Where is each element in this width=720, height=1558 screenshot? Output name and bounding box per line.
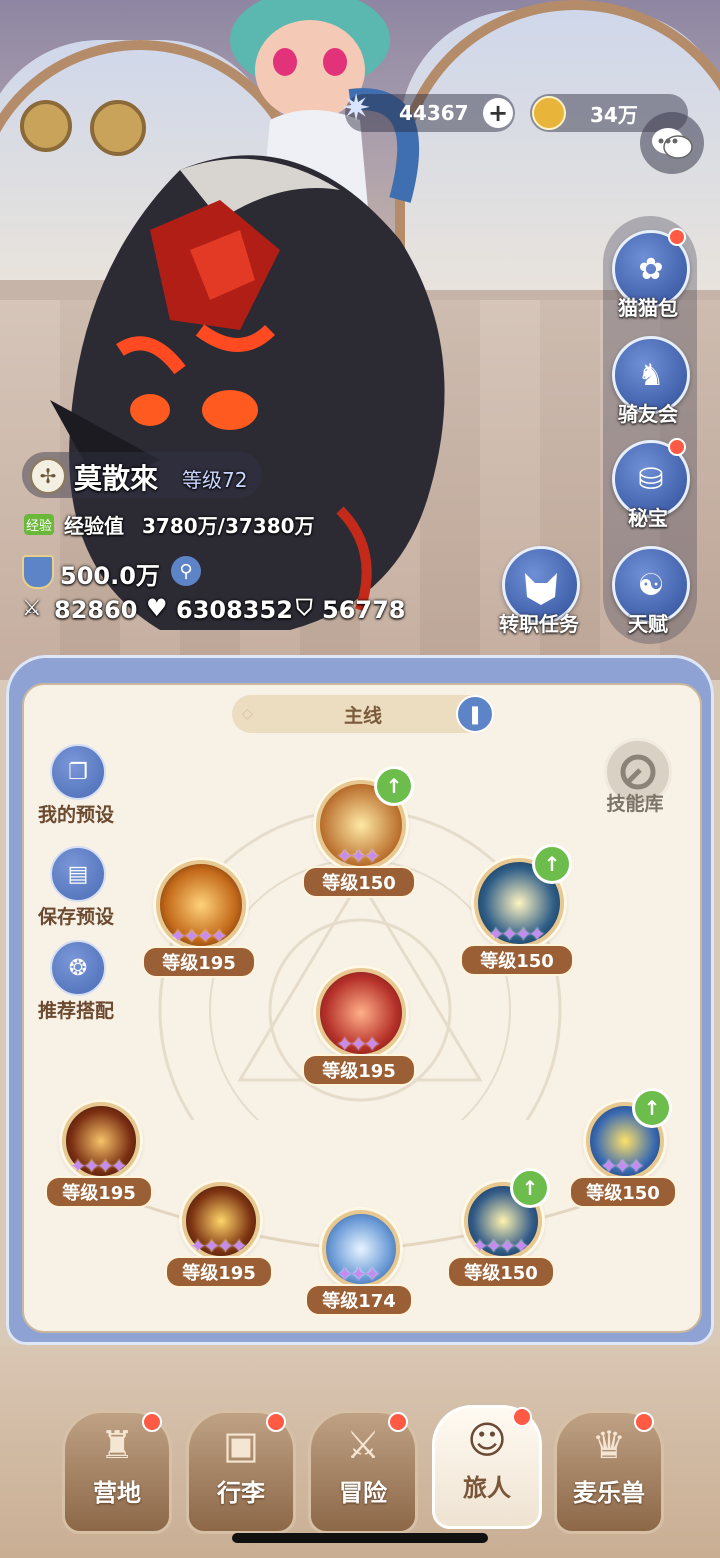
side-button-label: 我的预设 (37, 804, 114, 826)
treasure-icon: ⛁ (638, 461, 664, 497)
power-shield-icon (22, 555, 54, 589)
crystal-value: 44367 (399, 101, 469, 125)
upgrade-arrow-icon[interactable]: ↑ (510, 1168, 550, 1208)
skill-library-label: 技能库 (606, 793, 664, 815)
home-indicator (232, 1533, 488, 1543)
player-level: 等级72 (182, 468, 248, 492)
notification-dot (668, 228, 686, 246)
skill-stars: ✦✦✦✦ (169, 924, 227, 948)
skill-stars: ✦✦✦ (336, 1262, 380, 1286)
skill-stars: ✦✦✦✦ (189, 1234, 247, 1258)
skill-stars: ✦✦✦✦ (487, 922, 545, 946)
nav-tab-label: 行李 (217, 1479, 265, 1507)
horse-icon: ♞ (637, 357, 665, 393)
castle-icon: ♜ (99, 1423, 135, 1467)
skill-level: 等级150 (460, 944, 574, 976)
recommend-icon: ❂ (68, 955, 88, 981)
nav-tab-label: 旅人 (463, 1474, 511, 1502)
power-search-icon[interactable]: ⚲ (171, 556, 201, 586)
notification-dot (668, 438, 686, 456)
side-button-2[interactable]: ❂ (50, 940, 106, 996)
diamond-ornament-icon: ◇ (242, 706, 253, 722)
preset-icon: ❐ (68, 759, 88, 785)
attack-icon: ⚔ (22, 596, 42, 621)
power-value: 500.0万 (60, 562, 160, 590)
right-menu-label: 秘宝 (628, 506, 668, 530)
defense-value: 56778 (322, 596, 406, 624)
tab-label: 主线 (343, 704, 382, 727)
save-icon: ▤ (67, 861, 89, 887)
skill-level: 等级150 (447, 1256, 555, 1288)
right-menu-label: 天赋 (628, 612, 668, 636)
skill-stars: ✦✦✦ (600, 1154, 644, 1178)
notification-dot (388, 1412, 408, 1432)
exp-value: 3780万/37380万 (142, 514, 315, 538)
player-name-plate[interactable]: ✢ 莫散來 等级72 (22, 452, 262, 498)
notification-dot (634, 1412, 654, 1432)
skill-stars: ✦✦✦✦ (69, 1154, 127, 1178)
nav-tab-label: 冒险 (339, 1479, 387, 1507)
skill-stars: ✦✦✦✦ (471, 1234, 529, 1258)
exp-badge: 经验 (24, 514, 55, 535)
cat-face-icon: ♛ (591, 1423, 627, 1467)
side-button-label: 推荐搭配 (37, 1000, 114, 1022)
skill-level: 等级195 (165, 1256, 273, 1288)
gold-coin-icon (532, 96, 566, 130)
notification-dot (266, 1412, 286, 1432)
chat-bubble-icon (652, 128, 693, 159)
swords-icon: ⚔ (345, 1423, 381, 1467)
side-button-label: 保存预设 (37, 906, 114, 928)
backpack-icon: ▣ (223, 1423, 259, 1467)
upgrade-arrow-icon[interactable]: ↑ (532, 844, 572, 884)
skill-stars: ✦✦✦ (336, 1032, 380, 1056)
heart-icon: ♥ (146, 594, 168, 622)
wolf-head-icon (525, 573, 557, 605)
nav-tab-label: 麦乐兽 (573, 1479, 645, 1507)
upgrade-arrow-icon[interactable]: ↑ (374, 766, 414, 806)
upgrade-arrow-icon[interactable]: ↑ (632, 1088, 672, 1128)
side-button-1[interactable]: ▤ (50, 846, 106, 902)
defense-shield-icon: ⛉ (296, 596, 313, 621)
notification-dot (512, 1407, 532, 1427)
crystal-currency: ✷ 44367 + (341, 88, 515, 132)
skill-level: 等级195 (302, 1054, 416, 1086)
right-menu-label: 猫猫包 (618, 296, 678, 320)
guide-book-icon[interactable]: ❚ (456, 695, 494, 733)
skill-library-icon (620, 754, 656, 790)
brain-icon: ☯ (637, 567, 665, 603)
right-menu-label: 骑友会 (618, 402, 678, 426)
chat-button[interactable] (640, 112, 704, 174)
traveler-icon: ☺ (467, 1418, 507, 1462)
nav-tab-label: 营地 (93, 1479, 141, 1507)
skill-level: 等级150 (302, 866, 416, 898)
cat-bag-icon: ✿ (638, 251, 664, 287)
class-emblem-icon: ✢ (30, 458, 66, 494)
side-button-0[interactable]: ❐ (50, 744, 106, 800)
skill-level: 等级150 (569, 1176, 677, 1208)
add-crystal-button[interactable]: + (483, 98, 513, 128)
tab-mainline[interactable]: ◇ 主线 ❚ (232, 695, 494, 733)
skill-level: 等级195 (45, 1176, 153, 1208)
job-task-label: 转职任务 (499, 612, 579, 636)
skill-level: 等级195 (142, 946, 256, 978)
exp-label: 经验值 (64, 514, 124, 538)
hp-value: 6308352 (176, 596, 293, 624)
crystal-icon: ✷ (341, 88, 372, 129)
skill-stars: ✦✦✦ (336, 844, 380, 868)
skill-level: 等级174 (305, 1284, 413, 1316)
gold-value: 34万 (590, 102, 638, 127)
attack-value: 82860 (54, 596, 138, 624)
player-name: 莫散來 (74, 462, 159, 495)
notification-dot (142, 1412, 162, 1432)
